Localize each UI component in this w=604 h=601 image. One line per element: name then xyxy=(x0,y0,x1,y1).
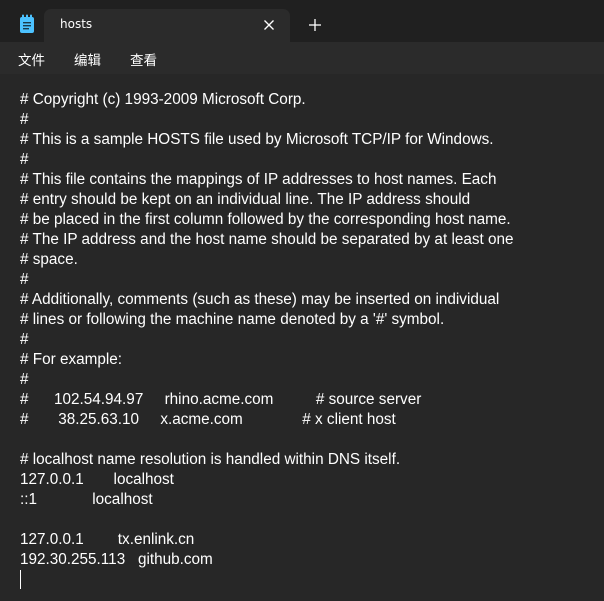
menu-edit[interactable]: 编辑 xyxy=(72,49,103,69)
editor-line: # The IP address and the host name shoul… xyxy=(20,231,514,248)
editor-line: # xyxy=(20,331,29,348)
editor-line: 127.0.0.1 localhost xyxy=(20,471,174,488)
editor-line: # xyxy=(20,111,29,128)
editor-line: # xyxy=(20,371,29,388)
editor-line: 192.30.255.113 github.com xyxy=(20,551,213,568)
editor-line: # entry should be kept on an individual … xyxy=(20,191,471,208)
editor-line: # For example: xyxy=(20,351,123,368)
notepad-window: hosts 文件 编辑 查看 # Copyright (c) 1993-2009… xyxy=(0,0,604,601)
editor-line: # xyxy=(20,271,29,288)
tab-strip: hosts xyxy=(0,0,604,42)
editor-line: # be placed in the first column followed… xyxy=(20,211,511,228)
editor-line: # 102.54.94.97 rhino.acme.com # source s… xyxy=(20,391,422,408)
plus-icon[interactable] xyxy=(304,14,326,36)
tab-title: hosts xyxy=(60,17,93,31)
editor-line: # This file contains the mappings of IP … xyxy=(20,171,497,188)
close-icon[interactable] xyxy=(258,14,280,36)
editor-line: # Additionally, comments (such as these)… xyxy=(20,291,500,308)
editor-line: # localhost name resolution is handled w… xyxy=(20,451,401,468)
editor-line: # This is a sample HOSTS file used by Mi… xyxy=(20,131,494,148)
text-editor[interactable]: # Copyright (c) 1993-2009 Microsoft Corp… xyxy=(0,74,604,601)
menu-file[interactable]: 文件 xyxy=(16,49,47,69)
editor-content[interactable]: # Copyright (c) 1993-2009 Microsoft Corp… xyxy=(20,90,514,570)
menu-view[interactable]: 查看 xyxy=(128,49,159,69)
tab-hosts[interactable]: hosts xyxy=(44,9,290,42)
editor-line: # lines or following the machine name de… xyxy=(20,311,445,328)
editor-line: # xyxy=(20,151,29,168)
editor-line: # 38.25.63.10 x.acme.com # x client host xyxy=(20,411,396,428)
editor-line: # space. xyxy=(20,251,78,268)
text-caret xyxy=(20,570,21,589)
notepad-icon xyxy=(19,14,35,34)
editor-line: 127.0.0.1 tx.enlink.cn xyxy=(20,531,195,548)
editor-line: # Copyright (c) 1993-2009 Microsoft Corp… xyxy=(20,91,306,108)
editor-line: ::1 localhost xyxy=(20,491,153,508)
menu-bar: 文件 编辑 查看 xyxy=(0,42,604,74)
